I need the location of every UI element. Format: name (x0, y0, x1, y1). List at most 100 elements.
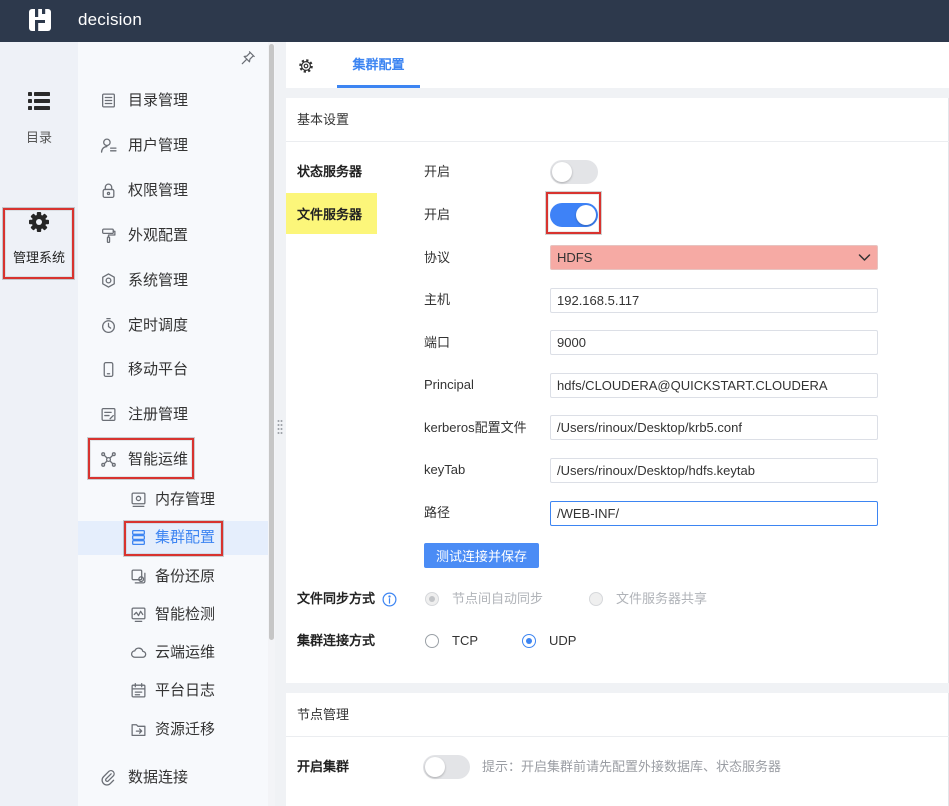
status-server-label: 状态服务器 (297, 164, 363, 179)
sidebar-item-label: 定时调度 (128, 317, 189, 334)
annotation-box-smart-ops (88, 438, 194, 479)
memory-icon (131, 492, 146, 508)
kerberos-file-input[interactable] (550, 415, 878, 440)
settings-icon (102, 273, 115, 288)
sidebar-item-label: 外观配置 (128, 227, 189, 244)
file-sync-radio-auto[interactable] (425, 592, 439, 606)
sidebar-item-label: 注册管理 (128, 406, 189, 423)
gear-icon[interactable] (298, 58, 314, 74)
sidebar-item-system-management[interactable]: 系统管理 (78, 258, 268, 303)
top-header: decision (0, 0, 949, 42)
enable-cluster-toggle[interactable] (423, 755, 470, 779)
node-management-card: 节点管理 开启集群 提示：开启集群前请先配置外接数据库、状态服务器 (286, 693, 949, 806)
mobile-icon (103, 361, 114, 378)
sidebar-item-appearance[interactable]: 外观配置 (78, 213, 268, 258)
register-icon (101, 408, 116, 421)
timer-icon (102, 317, 115, 334)
sidebar-item-label: 目录管理 (128, 92, 189, 109)
kerberos-file-label: kerberos配置文件 (424, 420, 527, 435)
basic-settings-title: 基本设置 (297, 112, 350, 127)
annotation-box-management (3, 208, 74, 279)
lock-icon (102, 183, 115, 199)
sidebar-item-label: 移动平台 (128, 361, 189, 378)
log-icon (131, 682, 146, 698)
path-label: 路径 (424, 505, 451, 520)
nav-primary-directory[interactable]: 目录 (0, 80, 78, 152)
list-icon (28, 92, 50, 110)
file-server-label: 文件服务器 (297, 207, 363, 222)
detection-icon (131, 607, 146, 623)
principal-label: Principal (424, 377, 474, 392)
logo-icon[interactable] (29, 9, 51, 31)
sidebar-subitem-label: 智能检测 (155, 606, 216, 623)
port-label: 端口 (424, 335, 451, 350)
sidebar-item-user-management[interactable]: 用户管理 (78, 123, 268, 168)
host-input[interactable] (550, 288, 878, 313)
sidebar-subitem-platform-log[interactable]: 平台日志 (78, 674, 268, 708)
sidebar-scrollbar-thumb[interactable] (269, 44, 274, 640)
cluster-connection-label: 集群连接方式 (297, 633, 376, 648)
sidebar-item-label: 用户管理 (128, 137, 189, 154)
file-sync-option-shared-label: 文件服务器共享 (616, 591, 708, 606)
file-server-toggle-label: 开启 (424, 207, 451, 222)
sidebar-subitem-label: 内存管理 (155, 491, 216, 508)
sidebar-subitem-memory[interactable]: 内存管理 (78, 483, 268, 517)
sidebar-item-label: 数据连接 (128, 769, 189, 786)
tab-active-indicator (337, 85, 420, 88)
sidebar-item-scheduling[interactable]: 定时调度 (78, 303, 268, 348)
principal-input[interactable] (550, 373, 878, 398)
protocol-select-value: HDFS (557, 250, 593, 265)
app-title: decision (78, 10, 142, 29)
divider (286, 736, 949, 737)
toggle-knob (552, 162, 572, 182)
backup-icon (131, 569, 146, 584)
sidebar-subitem-label: 云端运维 (155, 644, 216, 661)
status-server-toggle[interactable] (550, 160, 598, 184)
protocol-select[interactable]: HDFS (550, 245, 878, 270)
sidebar-subitem-label: 备份还原 (155, 568, 216, 585)
annotation-box-cluster-config (124, 521, 223, 556)
info-icon[interactable] (382, 592, 397, 607)
sidebar-item-registration[interactable]: 注册管理 (78, 392, 268, 437)
sidebar-subitem-cloud-ops[interactable]: 云端运维 (78, 636, 268, 670)
tab-bar: 集群配置 (286, 42, 949, 88)
annotation-box-file-server-toggle (546, 192, 601, 234)
host-label: 主机 (424, 292, 451, 307)
link-icon (101, 770, 115, 786)
port-input[interactable] (550, 330, 878, 355)
paint-roller-icon (102, 228, 116, 244)
sidebar-subitem-detection[interactable]: 智能检测 (78, 598, 268, 632)
sidebar-subitem-backup[interactable]: 备份还原 (78, 560, 268, 594)
sidebar-item-label: 权限管理 (128, 182, 189, 199)
enable-cluster-hint: 提示：开启集群前请先配置外接数据库、状态服务器 (482, 759, 782, 774)
protocol-label: 协议 (424, 250, 451, 265)
cluster-connection-radio-udp[interactable] (522, 634, 536, 648)
sidebar-subitem-label: 平台日志 (155, 682, 216, 699)
keytab-input[interactable] (550, 458, 878, 483)
path-input[interactable] (550, 501, 878, 526)
enable-cluster-label: 开启集群 (297, 759, 350, 774)
cluster-connection-radio-tcp[interactable] (425, 634, 439, 648)
sidebar-item-permission-management[interactable]: 权限管理 (78, 168, 268, 213)
user-icon (100, 138, 117, 153)
file-sync-option-auto-label: 节点间自动同步 (452, 591, 544, 606)
sidebar-item-label: 系统管理 (128, 272, 189, 289)
resize-handle-icon[interactable] (277, 419, 283, 435)
nav-primary-directory-label: 目录 (25, 130, 52, 145)
sidebar-item-mobile-platform[interactable]: 移动平台 (78, 347, 268, 392)
node-management-title: 节点管理 (297, 707, 350, 722)
cluster-connection-udp-label: UDP (549, 633, 577, 648)
file-sync-radio-shared[interactable] (589, 592, 603, 606)
status-server-toggle-label: 开启 (424, 164, 451, 179)
cloud-icon (131, 647, 147, 658)
test-and-save-button[interactable]: 测试连接并保存 (424, 543, 539, 568)
sidebar-subitem-resource-migration[interactable]: 资源迁移 (78, 713, 268, 747)
toggle-knob (425, 757, 445, 777)
pin-icon[interactable] (240, 50, 256, 66)
sidebar-item-directory-management[interactable]: 目录管理 (78, 78, 268, 123)
sidebar-subitem-label: 资源迁移 (155, 721, 216, 738)
directory-icon (102, 93, 115, 108)
tab-cluster-config[interactable]: 集群配置 (337, 42, 420, 88)
sidebar-item-data-connection[interactable]: 数据连接 (78, 755, 268, 800)
file-sync-label: 文件同步方式 (297, 591, 376, 606)
